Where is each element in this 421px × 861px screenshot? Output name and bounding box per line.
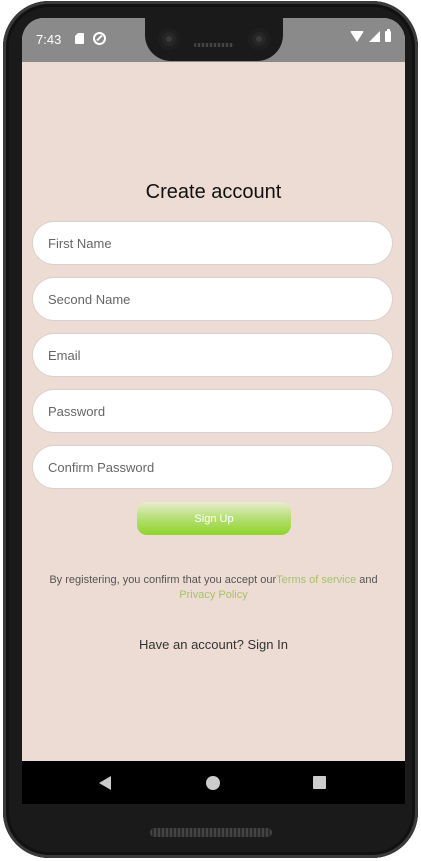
terms-of-service-link[interactable]: Terms of service: [276, 574, 356, 586]
app-screen: 7:43 Create account Sign Up By registeri…: [22, 18, 405, 804]
status-right-icons: [350, 29, 391, 42]
status-time: 7:43: [36, 32, 62, 47]
sign-in-prompt: Have an account?: [139, 637, 248, 652]
sign-up-button[interactable]: Sign Up: [137, 502, 291, 535]
first-name-field[interactable]: [32, 221, 393, 265]
confirm-password-field[interactable]: [32, 445, 393, 489]
earpiece-speaker: [194, 43, 234, 47]
sd-card-icon: [75, 33, 84, 44]
sign-in-row: Have an account? Sign In: [22, 637, 405, 652]
signal-icon: [369, 31, 380, 42]
password-field[interactable]: [32, 389, 393, 433]
phone-frame: 7:43 Create account Sign Up By registeri…: [3, 1, 418, 858]
sync-icon: [93, 32, 106, 45]
battery-icon: [385, 29, 391, 42]
email-field[interactable]: [32, 333, 393, 377]
status-bar: 7:43: [22, 18, 405, 62]
privacy-policy-link[interactable]: Privacy Policy: [179, 589, 247, 601]
back-icon[interactable]: [99, 776, 111, 790]
front-camera-icon: [158, 28, 180, 50]
home-icon[interactable]: [206, 776, 220, 790]
page-title: Create account: [145, 181, 282, 203]
navigation-bar: [22, 761, 405, 804]
camera-notch: [145, 18, 283, 61]
second-name-field[interactable]: [32, 277, 393, 321]
sign-in-link[interactable]: Sign In: [247, 637, 287, 652]
wifi-icon: [350, 31, 364, 42]
terms-prefix: By registering, you confirm that you acc…: [49, 574, 277, 586]
terms-notice: By registering, you confirm that you acc…: [36, 573, 391, 603]
front-sensor-icon: [248, 28, 270, 50]
terms-conjunction: and: [356, 574, 378, 586]
bottom-speaker-grille: [150, 828, 272, 837]
recents-icon[interactable]: [313, 776, 326, 789]
